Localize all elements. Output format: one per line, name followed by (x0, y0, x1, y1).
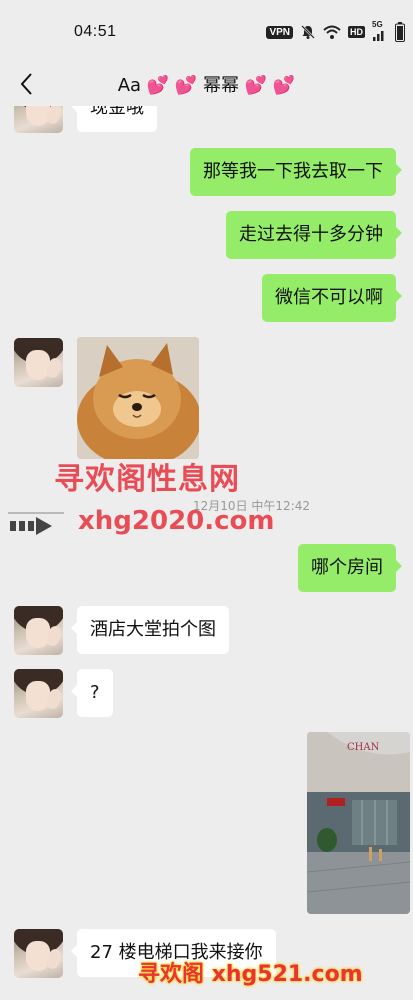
message-text: 走过去得十多分钟 (239, 224, 383, 245)
message-bubble-right[interactable]: 走过去得十多分钟 (226, 211, 402, 259)
message-bubble-left[interactable]: 现金哦 (71, 106, 157, 132)
contact-avatar[interactable] (14, 929, 63, 978)
contact-avatar[interactable] (14, 606, 63, 655)
message-text: 酒店大堂拍个图 (90, 619, 216, 640)
hotel-lobby-photo: CHAN (307, 732, 410, 914)
message-text: 现金哦 (90, 106, 144, 118)
chat-header: Aa 💕 💕 幂幂 💕 💕 (0, 62, 413, 106)
watermark-site-name: 寻欢阁性息网 (54, 462, 240, 497)
wifi-icon (323, 25, 341, 39)
sticker-image[interactable] (77, 337, 199, 459)
message-text: 微信不可以啊 (275, 287, 383, 308)
contact-avatar[interactable] (14, 338, 63, 387)
chat-title[interactable]: Aa 💕 💕 幂幂 💕 💕 (0, 71, 413, 97)
message-bubble-left[interactable]: 酒店大堂拍个图 (71, 606, 229, 654)
pomeranian-dog-sticker (77, 337, 199, 459)
bell-off-icon (301, 25, 315, 39)
signal-icon: 5G (372, 20, 388, 41)
message-text: ? (90, 682, 100, 703)
message-text: 那等我一下我去取一下 (203, 161, 383, 182)
contact-avatar[interactable] (14, 669, 63, 718)
hd-icon: HD (348, 26, 365, 38)
vpn-icon: VPN (266, 25, 293, 39)
status-bar: 04:51 VPN HD 5G (0, 0, 413, 62)
message-text: 哪个房间 (311, 557, 383, 578)
watermark-domain: xhg2020.com (78, 506, 275, 536)
arrow-icon (8, 512, 64, 535)
svg-text:CHAN: CHAN (347, 742, 380, 753)
message-bubble-right[interactable]: 哪个房间 (298, 544, 402, 592)
contact-avatar[interactable] (14, 106, 63, 133)
message-bubble-right[interactable]: 那等我一下我去取一下 (190, 148, 402, 196)
status-time: 04:51 (74, 23, 117, 40)
message-bubble-right[interactable]: 微信不可以啊 (262, 274, 402, 322)
signal-label: 5G (372, 20, 383, 29)
message-list[interactable]: 现金哦 那等我一下我去取一下 走过去得十多分钟 微信不可以啊 寻欢阁性息网 12… (0, 106, 413, 1000)
status-icons: VPN HD 5G (266, 20, 405, 42)
watermark-bottom: 寻欢阁 xhg521.com (138, 962, 363, 987)
photo-image[interactable]: CHAN (307, 732, 410, 914)
battery-icon (395, 22, 405, 42)
message-bubble-left[interactable]: ? (71, 669, 113, 717)
